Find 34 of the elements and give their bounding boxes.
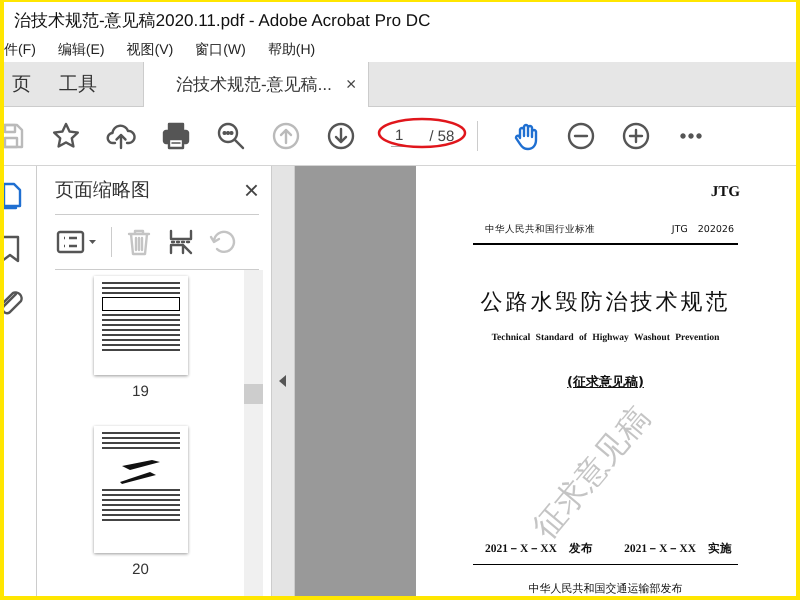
zoom-in-icon[interactable] [621,121,651,151]
page-number: 20 [132,561,149,578]
nav-tab[interactable]: 页 [12,62,45,106]
page-number-field[interactable]: 1 [391,125,408,147]
page-thumbnail[interactable] [94,426,188,553]
nav-tab[interactable]: 工具 [59,62,111,106]
menu-item[interactable]: 窗口(W) [195,41,246,59]
document-title: 公路水毁防治技术规范 [480,288,732,316]
issue-date: 2021－X－XX 发布 [485,542,593,556]
window-title: 治技术规范-意见稿2020.11.pdf - Adobe Acrobat Pro DC [14,10,430,32]
menu-item[interactable]: 帮助(H) [268,41,316,59]
menu-item[interactable]: 视图(V) [126,41,174,59]
page-number: 19 [132,382,149,400]
page-thumbnail[interactable] [94,276,188,375]
standard-mark: JTG [710,184,740,201]
document-tab[interactable]: 治技术规范-意见稿... × [143,62,369,107]
printer-icon[interactable] [161,121,191,151]
zoom-out-icon[interactable] [566,121,596,151]
standard-code: JTG 202026 [672,223,734,236]
watermark-text: 征求意见稿 [527,400,655,544]
document-subtitle: Technical Standard of Highway Washout Prevention [490,332,720,342]
menu-item[interactable]: 编辑(E) [58,41,105,59]
scrollbar[interactable] [244,270,263,596]
draft-label: (征求意见稿) [567,374,644,390]
effective-date: 2021－X－XX 实施 [624,541,732,556]
collapse-arrow-icon[interactable] [279,375,287,387]
standard-category: 中华人民共和国行业标准 [485,223,595,236]
close-button[interactable]: × [244,174,259,206]
page-count: / 58 [429,128,454,144]
menu-item[interactable]: 件(F) [4,41,36,59]
publisher-text: 中华人民共和国交通运输部发布 [528,581,682,596]
close-tab-button[interactable]: × [346,74,356,95]
search-icon[interactable] [216,121,246,151]
panel-title: 页面缩略图 [55,179,150,203]
